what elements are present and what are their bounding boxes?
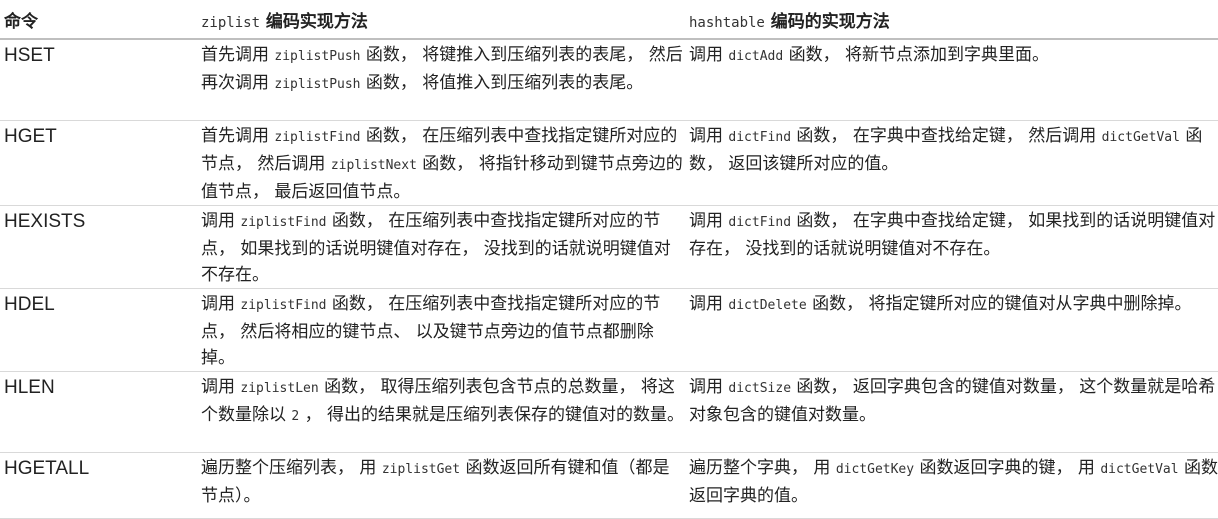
command-cell: HEXISTS xyxy=(0,205,197,289)
function-name: ziplistFind xyxy=(274,129,361,145)
hashtable-cell: 调用 dictDelete 函数， 将指定键所对应的键值对从字典中删除掉。 xyxy=(685,288,1218,372)
header-hashtable: hashtable 编码的实现方法 xyxy=(685,0,1218,40)
header-command: 命令 xyxy=(0,0,197,40)
description-text: 调用 xyxy=(201,293,241,314)
function-name: dictFind xyxy=(728,129,792,145)
table-row: HGET 首先调用 ziplistFind 函数， 在压缩列表中查找指定键所对应的… xyxy=(0,120,1218,206)
command-cell: HGET xyxy=(0,120,197,206)
description-text: 遍历整个字典， 用 xyxy=(689,457,836,478)
table-row: HDEL 调用 ziplistFind 函数， 在压缩列表中查找指定键所对应的节点… xyxy=(0,288,1218,372)
description-text: 函数， 在字典中查找给定键， 然后调用 xyxy=(791,125,1102,146)
table-body: HSET 首先调用 ziplistPush 函数， 将键推入到压缩列表的表尾， 然… xyxy=(0,39,1218,519)
header-ziplist-code: ziplist xyxy=(201,14,261,31)
function-name: dictAdd xyxy=(728,49,784,64)
ziplist-cell: 首先调用 ziplistPush 函数， 将键推入到压缩列表的表尾， 然后再次调… xyxy=(197,39,685,121)
hashtable-cell: 调用 dictFind 函数， 在字典中查找给定键， 然后调用 dictGetV… xyxy=(685,120,1218,206)
hashtable-cell: 遍历整个字典， 用 dictGetKey 函数返回字典的键， 用 dictGet… xyxy=(685,452,1218,519)
table-row: HSET 首先调用 ziplistPush 函数， 将键推入到压缩列表的表尾， 然… xyxy=(0,39,1218,121)
header-hashtable-text: 编码的实现方法 xyxy=(764,11,890,32)
description-text: 调用 xyxy=(689,293,729,314)
header-row: 命令 ziplist 编码实现方法 hashtable 编码的实现方法 xyxy=(0,0,1218,40)
description-text: 函数， 将值推入到压缩列表的表尾。 xyxy=(360,73,644,93)
function-name: dictFind xyxy=(728,214,792,230)
function-name: ziplistNext xyxy=(330,157,417,173)
ziplist-cell: 调用 ziplistLen 函数， 取得压缩列表包含节点的总数量， 将这个数量除… xyxy=(197,371,685,453)
function-name: ziplistPush xyxy=(274,49,361,64)
description-text: ， 得出的结果就是压缩列表保存的键值对的数量。 xyxy=(299,404,685,425)
function-name: dictDelete xyxy=(728,297,807,313)
function-name: ziplistFind xyxy=(240,297,327,313)
command-cell: HSET xyxy=(0,39,197,121)
description-text: 函数， 将指定键所对应的键值对从字典中删除掉。 xyxy=(806,293,1192,314)
description-text: 调用 xyxy=(689,45,729,65)
command-table: 命令 ziplist 编码实现方法 hashtable 编码的实现方法 HSET… xyxy=(0,0,1218,519)
hashtable-cell: 调用 dictSize 函数， 返回字典包含的键值对数量， 这个数量就是哈希对象… xyxy=(685,371,1218,453)
function-name: ziplistLen xyxy=(240,380,319,396)
function-name: dictSize xyxy=(728,380,792,396)
hashtable-cell: 调用 dictFind 函数， 在字典中查找给定键， 如果找到的话说明键值对存在… xyxy=(685,205,1218,289)
command-cell: HGETALL xyxy=(0,452,197,519)
function-name: ziplistGet xyxy=(381,461,461,477)
table-row: HEXISTS 调用 ziplistFind 函数， 在压缩列表中查找指定键所对应… xyxy=(0,205,1218,289)
hashtable-cell: 调用 dictAdd 函数， 将新节点添加到字典里面。 xyxy=(685,39,1218,121)
function-name: dictGetVal xyxy=(1100,461,1179,477)
header-ziplist: ziplist 编码实现方法 xyxy=(197,0,685,40)
description-text: 调用 xyxy=(201,376,241,397)
description-text: 调用 xyxy=(689,210,729,231)
function-name: ziplistFind xyxy=(240,214,327,230)
table-row: HLEN 调用 ziplistLen 函数， 取得压缩列表包含节点的总数量， 将这… xyxy=(0,371,1218,453)
header-ziplist-text: 编码实现方法 xyxy=(260,11,368,32)
ziplist-cell: 调用 ziplistFind 函数， 在压缩列表中查找指定键所对应的节点， 如果… xyxy=(197,205,685,289)
ziplist-cell: 调用 ziplistFind 函数， 在压缩列表中查找指定键所对应的节点， 然后… xyxy=(197,288,685,372)
command-cell: HDEL xyxy=(0,288,197,372)
description-text: 首先调用 xyxy=(201,125,275,146)
description-text: 调用 xyxy=(689,125,729,146)
table-row: HGETALL 遍历整个压缩列表， 用 ziplistGet 函数返回所有键和值（… xyxy=(0,452,1218,519)
description-text: 调用 xyxy=(201,210,241,231)
function-name: dictGetVal xyxy=(1101,129,1180,145)
function-name: ziplistPush xyxy=(274,77,361,92)
ziplist-cell: 首先调用 ziplistFind 函数， 在压缩列表中查找指定键所对应的节点， … xyxy=(197,120,685,206)
description-text: 首先调用 xyxy=(201,45,275,65)
description-text: 函数返回字典的键， 用 xyxy=(914,457,1101,478)
header-hashtable-code: hashtable xyxy=(689,14,765,31)
command-cell: HLEN xyxy=(0,371,197,453)
ziplist-cell: 遍历整个压缩列表， 用 ziplistGet 函数返回所有键和值（都是节点）。 xyxy=(197,452,685,519)
description-text: 遍历整个压缩列表， 用 xyxy=(201,457,382,478)
description-text: 调用 xyxy=(689,376,729,397)
function-name: dictGetKey xyxy=(835,461,915,477)
description-text: 函数， 将新节点添加到字典里面。 xyxy=(783,45,1050,65)
